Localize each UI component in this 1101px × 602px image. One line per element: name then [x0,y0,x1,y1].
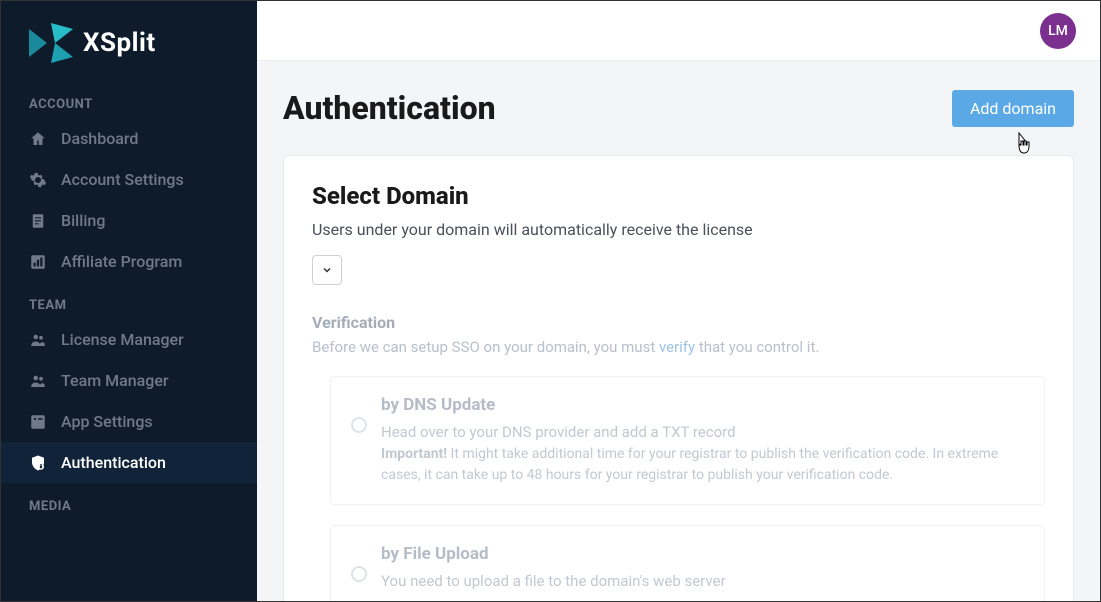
verification-option-dns[interactable]: by DNS Update Head over to your DNS prov… [330,376,1045,505]
shield-lock-icon [29,454,47,472]
domain-select-dropdown[interactable] [312,255,342,285]
card-description: Users under your domain will automatical… [312,220,1045,239]
user-avatar[interactable]: LM [1040,13,1076,49]
sidebar-item-affiliate[interactable]: Affiliate Program [1,241,257,282]
option-title: by File Upload [381,544,726,564]
app-icon [29,413,47,431]
verify-link[interactable]: verify [659,338,695,356]
sidebar-item-label: Affiliate Program [61,252,182,271]
main-content: Authentication Add domain Select Domain … [257,61,1100,601]
sidebar-item-app-settings[interactable]: App Settings [1,401,257,442]
sidebar-item-account-settings[interactable]: Account Settings [1,159,257,200]
page-title: Authentication [283,89,496,127]
sidebar-item-team-manager[interactable]: Team Manager [1,360,257,401]
avatar-initials: LM [1048,23,1068,39]
users-icon [29,331,47,349]
sidebar-item-label: Team Manager [61,371,169,390]
receipt-icon [29,212,47,230]
sidebar-section-team: TEAM [1,282,257,319]
sidebar: XSplit ACCOUNT Dashboard Account Setting… [1,1,257,601]
option-description: Head over to your DNS provider and add a… [381,421,1024,444]
sidebar-section-account: ACCOUNT [1,81,257,118]
sidebar-item-billing[interactable]: Billing [1,200,257,241]
sidebar-item-label: Authentication [61,453,166,472]
radio-dns[interactable] [351,417,367,433]
brand-logo[interactable]: XSplit [1,1,257,81]
sidebar-item-authentication[interactable]: Authentication [1,442,257,483]
page-header: Authentication Add domain [283,89,1074,127]
verification-description: Before we can setup SSO on your domain, … [312,338,1045,356]
option-description: You need to upload a file to the domain'… [381,570,726,593]
select-domain-card: Select Domain Users under your domain wi… [283,155,1074,601]
option-note: Important! It might take additional time… [381,444,1024,486]
chart-icon [29,253,47,271]
gear-icon [29,171,47,189]
sidebar-item-label: Dashboard [61,129,138,148]
chevron-down-icon [321,264,333,276]
sidebar-item-label: Account Settings [61,170,184,189]
sidebar-item-dashboard[interactable]: Dashboard [1,118,257,159]
topbar: LM [257,1,1100,61]
verification-section: Verification Before we can setup SSO on … [312,313,1045,601]
xsplit-logo-icon [29,23,73,63]
users-icon [29,372,47,390]
sidebar-section-media: MEDIA [1,483,257,520]
brand-name: XSplit [83,28,156,58]
verification-option-file[interactable]: by File Upload You need to upload a file… [330,525,1045,602]
card-title: Select Domain [312,182,1045,210]
sidebar-item-label: Billing [61,211,105,230]
radio-file[interactable] [351,566,367,582]
verification-heading: Verification [312,313,1045,332]
option-title: by DNS Update [381,395,1024,415]
sidebar-item-label: App Settings [61,412,153,431]
add-domain-button[interactable]: Add domain [952,90,1074,127]
home-icon [29,130,47,148]
sidebar-item-license-manager[interactable]: License Manager [1,319,257,360]
sidebar-item-label: License Manager [61,330,184,349]
